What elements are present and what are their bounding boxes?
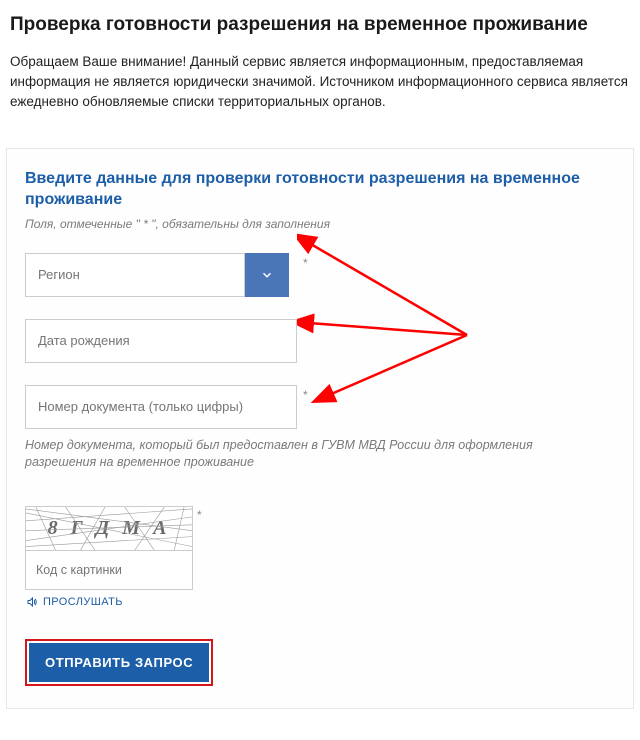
required-star: * [197, 508, 202, 522]
dob-row: * [25, 319, 615, 363]
region-select[interactable] [25, 253, 245, 297]
submit-button[interactable]: ОТПРАВИТЬ ЗАПРОС [29, 643, 209, 682]
required-note: Поля, отмеченные " * ", обязательны для … [25, 217, 615, 231]
captcha-block: 8 Г Д М А * ПРОСЛУШАТЬ [25, 506, 615, 613]
form-card: Введите данные для проверки готовности р… [6, 148, 634, 709]
captcha-noise [26, 507, 192, 550]
intro-text: Обращаем Ваше внимание! Данный сервис яв… [0, 46, 640, 131]
captcha-image: 8 Г Д М А [25, 506, 193, 550]
region-row: * [25, 253, 615, 297]
form-heading: Введите данные для проверки готовности р… [25, 169, 615, 211]
required-star: * [303, 322, 308, 336]
required-note-before: Поля, отмеченные [25, 217, 136, 231]
required-star-sample: " * " [136, 217, 156, 231]
dob-input[interactable] [25, 319, 297, 363]
captcha-area: 8 Г Д М А * [25, 506, 193, 590]
required-star: * [303, 256, 308, 270]
docnum-row: * [25, 385, 615, 429]
region-dropdown-button[interactable] [245, 253, 289, 297]
chevron-down-icon [260, 268, 274, 282]
captcha-input[interactable] [25, 550, 193, 590]
captcha-listen-link[interactable]: ПРОСЛУШАТЬ [25, 596, 123, 608]
required-star: * [303, 388, 308, 402]
required-note-after: , обязательны для заполнения [156, 217, 330, 231]
captcha-listen-label: ПРОСЛУШАТЬ [43, 596, 123, 608]
sound-icon [25, 596, 39, 608]
page-title: Проверка готовности разрешения на времен… [0, 0, 640, 46]
submit-highlight: ОТПРАВИТЬ ЗАПРОС [25, 639, 213, 686]
docnum-help: Номер документа, который был предоставле… [25, 437, 585, 472]
docnum-input[interactable] [25, 385, 297, 429]
